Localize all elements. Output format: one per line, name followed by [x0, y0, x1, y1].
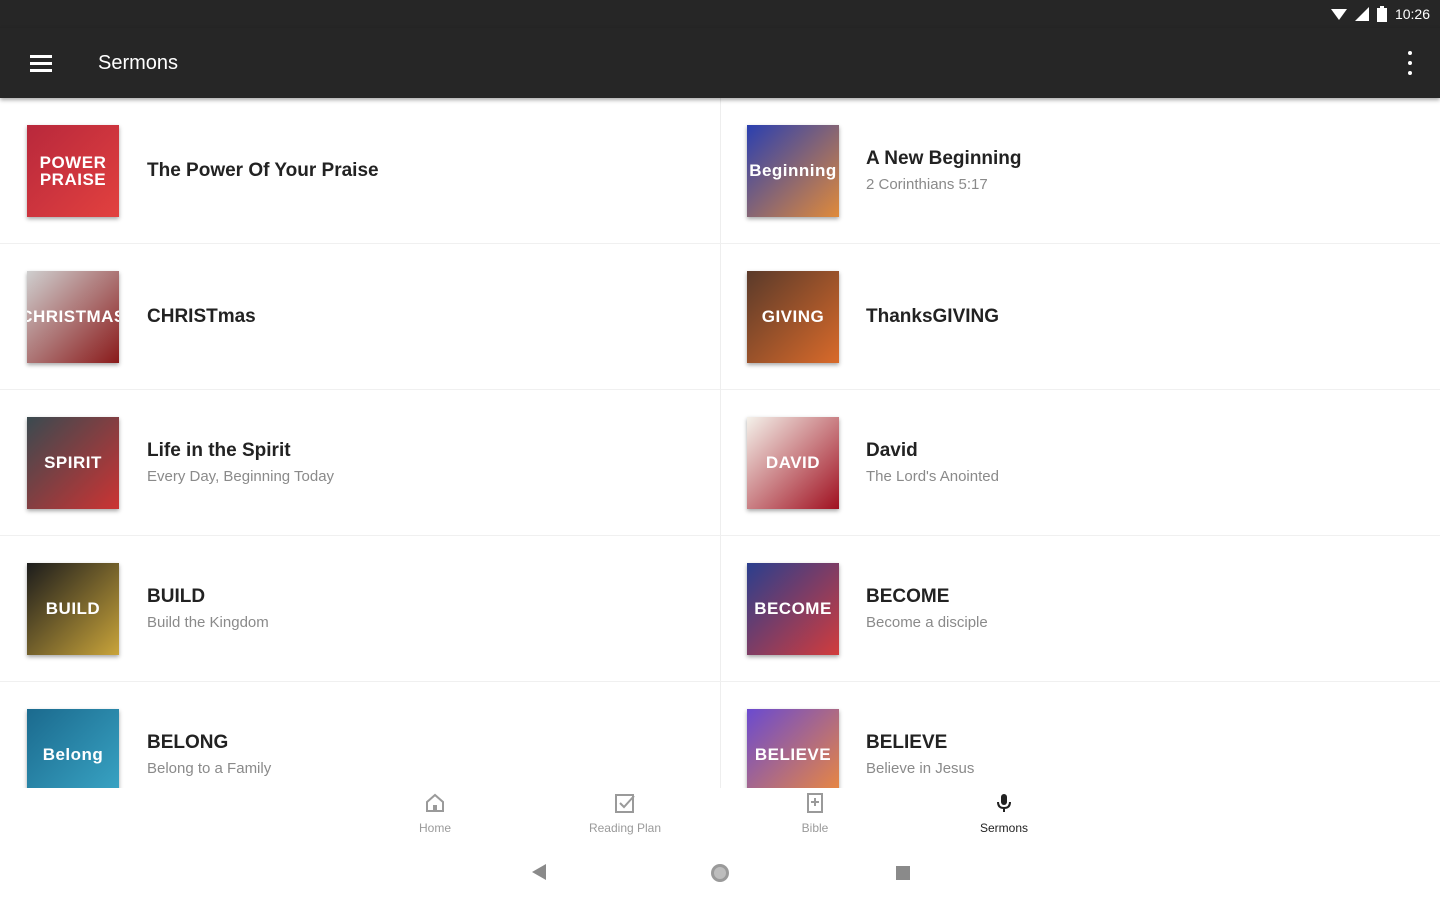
- sermon-text: BECOME Become a disciple: [866, 586, 988, 631]
- app-bar: Sermons: [0, 28, 1440, 98]
- checkbox-icon: [614, 792, 636, 817]
- sermon-title: A New Beginning: [866, 148, 1022, 169]
- bottom-nav-label: Reading Plan: [588, 821, 662, 835]
- more-vertical-icon: [1408, 51, 1412, 55]
- artwork-text: DAVID: [765, 453, 821, 472]
- sermon-text: The Power Of Your Praise: [147, 160, 379, 182]
- sermon-list-item[interactable]: DAVID David The Lord's Anointed: [721, 390, 1440, 536]
- bottom-navigation: Home Reading Plan Bible Sermons: [0, 788, 1440, 848]
- home-icon: [424, 792, 446, 817]
- sermon-list[interactable]: POWER PRAISE The Power Of Your Praise Begi…: [0, 98, 1440, 788]
- sermon-title: CHRISTmas: [147, 305, 256, 327]
- microphone-icon: [993, 792, 1015, 817]
- sermon-title: BECOME: [866, 586, 950, 607]
- bottom-nav-label: Sermons: [979, 821, 1029, 835]
- sermon-title: Life in the Spirit: [147, 440, 291, 461]
- sermon-text: Life in the Spirit Every Day, Beginning T…: [147, 440, 334, 485]
- sermon-list-item[interactable]: Belong BELONG Belong to a Family: [0, 682, 721, 788]
- status-time: 10:26: [1394, 6, 1430, 22]
- sermon-artwork: DAVID: [747, 416, 839, 509]
- sermon-artwork: BUILD: [27, 562, 119, 655]
- wifi-icon: [1330, 9, 1347, 20]
- overflow-menu-button[interactable]: [1400, 51, 1420, 75]
- sermon-list-item[interactable]: BELIEVE BELIEVE Believe in Jesus: [721, 682, 1440, 788]
- sermon-list-item[interactable]: CHRISTMAS CHRISTmas: [0, 244, 721, 390]
- sermon-artwork: GIVING: [747, 270, 839, 363]
- cell-signal-icon: [1354, 7, 1369, 21]
- menu-icon: [30, 55, 52, 72]
- sermon-text: BELONG Belong to a Family: [147, 732, 271, 777]
- artwork-text: SPIRIT: [44, 453, 102, 472]
- sermon-title: BELIEVE: [866, 732, 948, 753]
- sermon-artwork: SPIRIT: [27, 416, 119, 509]
- sermon-list-item[interactable]: SPIRIT Life in the Spirit Every Day, Begin…: [0, 390, 721, 536]
- sermon-text: CHRISTmas: [147, 306, 256, 328]
- sermon-title: BELONG: [147, 732, 229, 753]
- sermon-title: David: [866, 440, 918, 461]
- bottom-nav-bible[interactable]: Bible: [755, 792, 875, 835]
- sermon-text: A New Beginning 2 Corinthians 5:17: [866, 148, 1022, 193]
- sermon-list-item[interactable]: GIVING ThanksGIVING: [721, 244, 1440, 390]
- artwork-text: CHRISTMAS: [27, 307, 119, 326]
- bottom-nav-home[interactable]: Home: [375, 792, 495, 835]
- bottom-nav-reading-plan[interactable]: Reading Plan: [565, 792, 685, 835]
- status-bar: 10:26: [0, 0, 1440, 28]
- back-icon[interactable]: [532, 864, 546, 880]
- sermon-subtitle: 2 Corinthians 5:17: [866, 176, 988, 193]
- sermon-list-item[interactable]: Beginning A New Beginning 2 Corinthians 5:…: [721, 98, 1440, 244]
- artwork-text: BUILD: [45, 599, 101, 618]
- sermon-artwork: BECOME: [747, 562, 839, 655]
- sermon-title: BUILD: [147, 586, 206, 607]
- sermon-subtitle: Become a disciple: [866, 614, 988, 631]
- sermon-text: BUILD Build the Kingdom: [147, 586, 269, 631]
- sermon-text: David The Lord's Anointed: [866, 440, 999, 485]
- page-title: Sermons: [98, 51, 179, 74]
- artwork-text: Beginning: [749, 161, 837, 180]
- sermon-subtitle: Build the Kingdom: [147, 614, 269, 631]
- sermon-subtitle: The Lord's Anointed: [866, 468, 999, 485]
- sermon-subtitle: Every Day, Beginning Today: [147, 468, 335, 485]
- artwork-text: Belong: [42, 745, 104, 764]
- book-plus-icon: [804, 792, 826, 817]
- home-circle-icon[interactable]: [710, 863, 730, 883]
- sermon-text: BELIEVE Believe in Jesus: [866, 732, 974, 777]
- recents-icon[interactable]: [896, 866, 910, 880]
- sermon-title: ThanksGIVING: [866, 305, 1000, 327]
- sermon-grid: POWER PRAISE The Power Of Your Praise Begi…: [0, 98, 1440, 788]
- sermon-text: ThanksGIVING: [866, 306, 999, 328]
- sermon-artwork: Belong: [27, 708, 119, 788]
- sermon-artwork: BELIEVE: [747, 708, 839, 788]
- bottom-nav-sermons[interactable]: Sermons: [944, 792, 1064, 835]
- menu-button[interactable]: [0, 28, 82, 98]
- sermon-artwork: CHRISTMAS: [27, 270, 119, 363]
- sermon-list-item[interactable]: BUILD BUILD Build the Kingdom: [0, 536, 721, 682]
- artwork-text: GIVING: [761, 307, 825, 326]
- system-navigation-bar: [0, 848, 1440, 900]
- sermon-subtitle: Belong to a Family: [147, 760, 272, 777]
- battery-icon: [1376, 6, 1387, 22]
- artwork-text: BELIEVE: [754, 745, 832, 764]
- sermon-artwork: POWER PRAISE: [27, 124, 119, 217]
- bottom-nav-label: Bible: [801, 821, 829, 835]
- artwork-text: BECOME: [754, 599, 832, 618]
- sermon-subtitle: Believe in Jesus: [866, 760, 975, 777]
- artwork-text: POWER PRAISE: [39, 152, 107, 189]
- sermon-list-item[interactable]: BECOME BECOME Become a disciple: [721, 536, 1440, 682]
- sermon-title: The Power Of Your Praise: [147, 159, 379, 181]
- bottom-nav-label: Home: [418, 821, 451, 835]
- sermon-list-item[interactable]: POWER PRAISE The Power Of Your Praise: [0, 98, 721, 244]
- sermon-artwork: Beginning: [747, 124, 839, 217]
